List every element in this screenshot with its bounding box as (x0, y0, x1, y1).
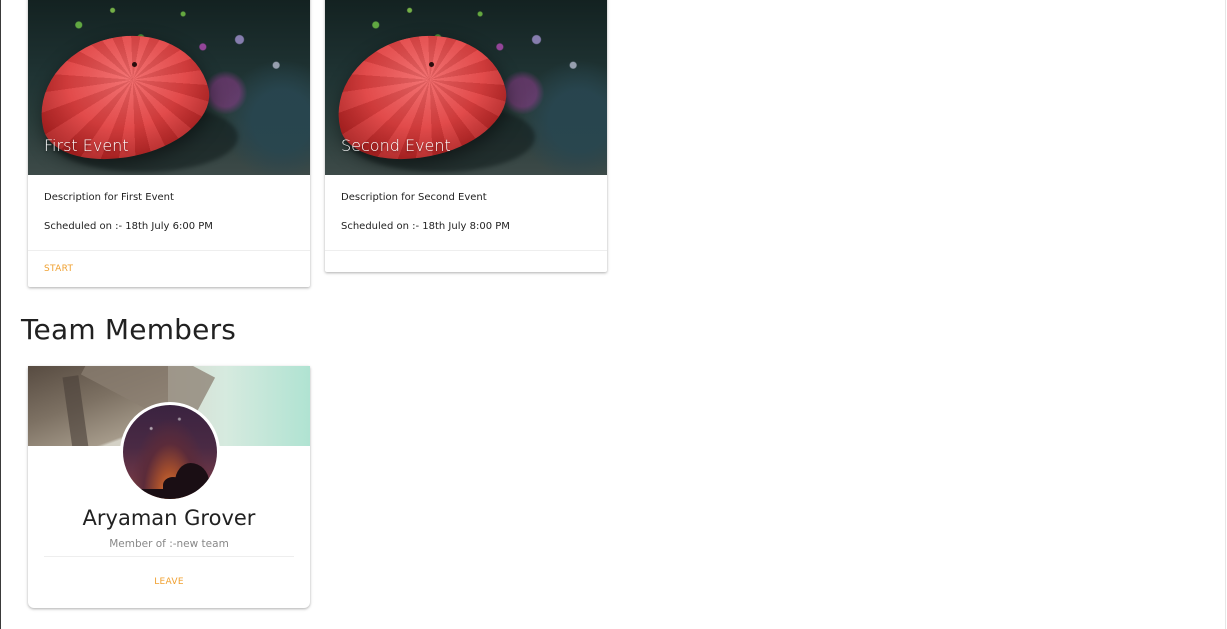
event-description: Description for First Event (44, 192, 174, 203)
event-card: Second Event Description for Second Even… (325, 0, 607, 272)
divider (44, 556, 294, 557)
event-content: Description for First Event Scheduled on… (28, 175, 310, 234)
leave-team-button[interactable]: LEAVE (154, 577, 184, 587)
event-description: Description for Second Event (341, 192, 487, 203)
member-team: Member of :-new team (109, 538, 229, 550)
event-actions: START (28, 250, 310, 287)
umbrella-tip (429, 62, 434, 67)
page: First Event Description for First Event … (0, 0, 1227, 629)
member-name: Aryaman Grover (82, 506, 256, 530)
window-right-edge (1225, 0, 1226, 629)
team-members-heading: Team Members (21, 313, 237, 346)
event-content: Description for Second Event Scheduled o… (325, 175, 607, 234)
event-image: Second Event (325, 0, 607, 175)
avatar (120, 402, 220, 502)
avatar-ground (123, 489, 217, 499)
umbrella-tip (132, 62, 137, 67)
event-title: First Event (44, 136, 129, 155)
event-card: First Event Description for First Event … (28, 0, 310, 287)
event-image: First Event (28, 0, 310, 175)
start-event-button[interactable]: START (44, 264, 73, 274)
event-schedule: Scheduled on :- 18th July 6:00 PM (44, 221, 213, 232)
window-left-edge (0, 0, 1, 629)
member-card: Aryaman Grover Member of :-new team LEAV… (28, 366, 310, 608)
event-schedule: Scheduled on :- 18th July 8:00 PM (341, 221, 510, 232)
event-actions (325, 250, 607, 272)
member-actions: LEAVE (28, 569, 310, 588)
event-title: Second Event (341, 136, 451, 155)
